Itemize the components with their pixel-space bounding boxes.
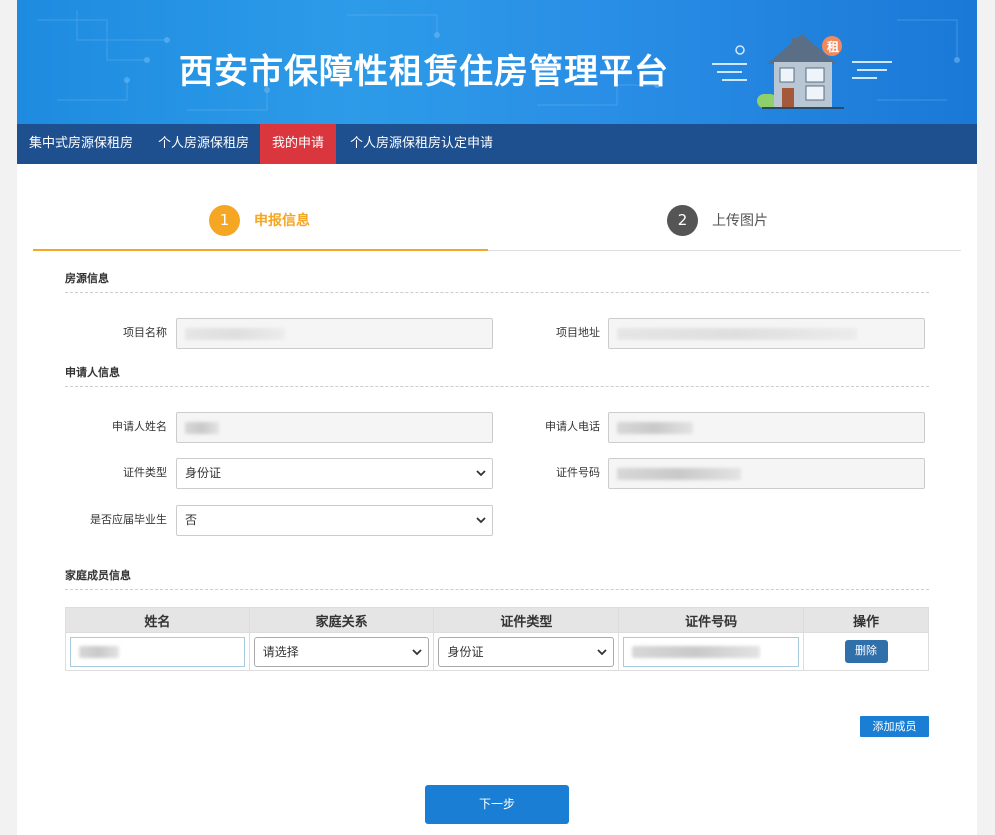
next-step-button[interactable]: 下一步: [425, 785, 569, 824]
nav-item-centralized-housing[interactable]: 集中式房源保租房: [17, 124, 145, 164]
chevron-down-icon: [597, 648, 607, 655]
main-nav: 集中式房源保租房 个人房源保租房 我的申请 个人房源保租房认定申请: [17, 124, 977, 164]
redacted-value: [79, 646, 119, 658]
section-applicant-info: 申请人信息: [65, 364, 929, 387]
graduate-label: 是否应届毕业生: [90, 513, 167, 526]
header-banner: 西安市保障性租赁住房管理平台 租: [17, 0, 977, 124]
table-row: 请选择 身份证 删除: [65, 632, 929, 671]
redacted-value: [617, 467, 741, 480]
redacted-value: [185, 327, 285, 340]
project-address-field[interactable]: [608, 318, 925, 349]
project-name-field[interactable]: [176, 318, 493, 349]
section-title: 家庭成员信息: [65, 569, 131, 582]
active-step-underline: [33, 249, 488, 251]
cell-id-number: [618, 632, 805, 671]
section-divider: [65, 292, 929, 293]
section-family-info: 家庭成员信息: [65, 567, 929, 590]
step-label: 申报信息: [254, 213, 310, 229]
id-type-select[interactable]: 身份证: [176, 458, 493, 489]
column-header-relation: 家庭关系: [248, 607, 435, 633]
project-address-label: 项目地址: [556, 326, 600, 339]
applicant-name-field[interactable]: [176, 412, 493, 443]
chevron-down-icon: [476, 517, 486, 524]
delete-member-button[interactable]: 删除: [844, 640, 888, 663]
column-header-id-number: 证件号码: [618, 607, 805, 633]
step-upload-images[interactable]: 2 上传图片: [667, 204, 768, 236]
column-header-action: 操作: [803, 607, 929, 633]
redacted-value: [632, 646, 761, 658]
id-number-label: 证件号码: [556, 466, 600, 479]
applicant-phone-label: 申请人电话: [545, 420, 600, 433]
section-divider: [65, 589, 929, 590]
member-id-number-input[interactable]: [623, 636, 800, 667]
step-number: 2: [667, 204, 698, 236]
selected-value: 请选择: [262, 644, 299, 659]
selected-value: 身份证: [185, 466, 222, 480]
nav-item-personal-housing[interactable]: 个人房源保租房: [146, 124, 261, 164]
cell-action: 删除: [803, 632, 929, 671]
cell-relation: 请选择: [248, 632, 435, 671]
id-number-field[interactable]: [608, 458, 925, 489]
step-number: 1: [209, 204, 240, 236]
graduate-select[interactable]: 否: [176, 505, 493, 536]
redacted-value: [617, 421, 693, 434]
section-housing-info: 房源信息: [65, 270, 929, 293]
step-declaration[interactable]: 1 申报信息: [209, 204, 310, 236]
project-name-label: 项目名称: [123, 326, 167, 339]
family-members-table: 姓名 家庭关系 证件类型 证件号码 操作 请选择 身份证 删除: [65, 607, 929, 671]
applicant-phone-field[interactable]: [608, 412, 925, 443]
member-relation-select[interactable]: 请选择: [253, 636, 430, 667]
section-title: 房源信息: [65, 272, 109, 285]
step-indicator: 1 申报信息 2 上传图片: [33, 204, 961, 251]
redacted-value: [617, 327, 857, 340]
platform-title: 西安市保障性租赁住房管理平台: [179, 52, 669, 92]
application-panel: 1 申报信息 2 上传图片 房源信息 项目名称 项目地址 申请人信息 申请人姓名…: [17, 164, 977, 835]
rent-badge: 租: [826, 40, 839, 54]
step-label: 上传图片: [712, 213, 768, 229]
id-type-label: 证件类型: [123, 466, 167, 479]
rental-house-icon: [712, 34, 892, 109]
cell-id-type: 身份证: [433, 632, 620, 671]
nav-item-my-applications[interactable]: 我的申请: [260, 124, 337, 164]
nav-item-personal-certification[interactable]: 个人房源保租房认定申请: [338, 124, 505, 164]
member-name-input[interactable]: [70, 636, 245, 667]
selected-value: 身份证: [447, 644, 484, 659]
column-header-id-type: 证件类型: [433, 607, 620, 633]
chevron-down-icon: [412, 648, 423, 655]
selected-value: 否: [185, 513, 198, 527]
table-header-row: 姓名 家庭关系 证件类型 证件号码 操作: [65, 607, 929, 633]
section-title: 申请人信息: [65, 366, 120, 379]
cell-name: [65, 632, 250, 671]
member-id-type-select[interactable]: 身份证: [438, 636, 615, 667]
section-divider: [65, 386, 929, 387]
add-member-button[interactable]: 添加成员: [860, 716, 929, 737]
column-header-name: 姓名: [65, 607, 250, 633]
applicant-name-label: 申请人姓名: [112, 420, 167, 433]
redacted-value: [185, 421, 219, 434]
